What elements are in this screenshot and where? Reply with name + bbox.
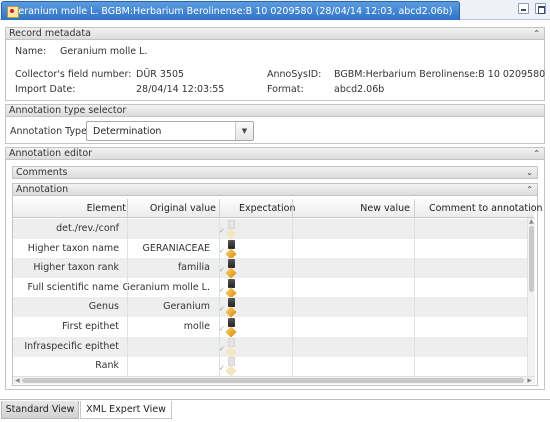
collector-value: DÜR 3505 <box>136 69 185 80</box>
table-row[interactable]: Rank ✓ <box>13 356 527 377</box>
expand-icon[interactable]: ⌄ <box>526 167 533 178</box>
collapse-icon[interactable]: ⌃ <box>533 148 540 159</box>
cell-element: First epithet <box>62 321 119 332</box>
annotation-type-label: Annotation Type: <box>10 126 91 137</box>
tab-xml-expert-view[interactable]: XML Expert View <box>80 401 172 419</box>
scroll-left-icon[interactable]: ◀ <box>15 377 20 384</box>
column-element[interactable]: Element <box>87 203 126 214</box>
cell-element: Full scientific name <box>27 281 119 293</box>
cell-element: Rank <box>95 360 119 372</box>
comments-title: Comments <box>16 167 68 178</box>
comments-header[interactable]: Comments ⌄ <box>12 166 538 179</box>
vertical-scrollbar[interactable]: ▲ <box>527 218 535 376</box>
name-label: Name: <box>15 46 47 57</box>
trash-icon[interactable] <box>228 239 235 249</box>
record-metadata-title: Record metadata <box>9 28 91 39</box>
table-row[interactable]: Infraspecific epithet ✓ <box>13 336 527 358</box>
record-tab-title: Geranium molle L. BGBM:Herbarium Berolin… <box>11 5 453 17</box>
scroll-right-icon[interactable]: ▶ <box>527 377 532 384</box>
collector-label: Collector's field number: <box>15 69 132 80</box>
cell-original-value: GERANIACEAE <box>142 242 210 254</box>
annotation-header[interactable]: Annotation ⌃ <box>12 183 538 196</box>
record-metadata-header[interactable]: Record metadata ⌃ <box>5 27 545 40</box>
trash-icon[interactable] <box>228 278 235 288</box>
horizontal-scrollbar[interactable]: ◀ ▶ <box>13 376 535 384</box>
format-label: Format: <box>267 84 304 95</box>
expectation-actions: ✓ <box>219 239 237 260</box>
table-row[interactable]: det./rev./conf ✓ <box>13 219 527 240</box>
cell-original-value: Geranium molle L. <box>122 281 210 293</box>
column-comment[interactable]: Comment to annotation <box>429 203 543 214</box>
table-row[interactable]: First epithet molle ✓ <box>13 317 527 338</box>
scroll-up-icon[interactable]: ▲ <box>529 219 534 225</box>
cell-original-value: molle <box>183 321 210 332</box>
table-row[interactable]: Higher taxon name GERANIACEAE ✓ <box>13 239 527 260</box>
name-value: Geranium molle L. <box>60 46 148 57</box>
collapse-icon[interactable]: ⌃ <box>533 28 540 39</box>
expectation-actions: ✓ <box>219 337 237 358</box>
chevron-down-icon[interactable]: ▼ <box>235 122 253 140</box>
vertical-scroll-thumb[interactable] <box>529 226 534 292</box>
expectation-actions: ✓ <box>219 219 237 240</box>
cell-element: Infraspecific epithet <box>24 340 119 352</box>
trash-icon[interactable] <box>228 337 235 347</box>
expectation-actions: ✓ <box>219 297 237 319</box>
type-selector-title: Annotation type selector <box>9 105 127 116</box>
import-value: 28/04/14 12:03:55 <box>136 84 225 95</box>
annotation-type-value: Determination <box>93 126 162 137</box>
minimize-icon[interactable] <box>518 3 529 14</box>
expectation-actions: ✓ <box>219 278 237 299</box>
cell-original-value: Geranium <box>163 301 210 313</box>
maximize-icon[interactable] <box>535 3 546 14</box>
trash-icon[interactable] <box>228 318 235 327</box>
grid-header: Element Original value Expectation New v… <box>13 199 543 218</box>
trash-icon[interactable] <box>228 259 235 269</box>
expectation-actions: ✓ <box>219 356 237 377</box>
horizontal-scroll-thumb[interactable] <box>22 378 524 383</box>
cell-element: Genus <box>88 301 119 313</box>
annotation-title: Annotation <box>16 184 69 195</box>
type-selector-header[interactable]: Annotation type selector <box>5 104 545 117</box>
column-new-value[interactable]: New value <box>360 203 410 214</box>
trash-icon[interactable] <box>228 357 235 367</box>
cell-element: det./rev./conf <box>56 223 119 234</box>
tab-standard-view[interactable]: Standard View <box>1 401 79 419</box>
annotation-editor-title: Annotation editor <box>9 148 93 159</box>
close-tab-icon[interactable]: ✕ <box>459 6 460 16</box>
cell-original-value: familia <box>177 262 210 274</box>
column-original-value[interactable]: Original value <box>150 203 216 214</box>
record-tab[interactable]: Geranium molle L. BGBM:Herbarium Berolin… <box>1 1 460 20</box>
table-row[interactable]: Genus Geranium ✓ <box>13 297 527 319</box>
view-tab-bar: Standard View XML Expert View <box>0 399 550 422</box>
expectation-actions: ✓ <box>219 317 237 338</box>
title-bar: Geranium molle L. BGBM:Herbarium Berolin… <box>0 0 550 20</box>
annosys-label: AnnoSysID: <box>267 69 322 80</box>
cell-element: Higher taxon rank <box>33 262 119 274</box>
trash-icon[interactable] <box>228 220 235 229</box>
cell-element: Higher taxon name <box>27 242 119 254</box>
annotation-type-select[interactable]: Determination ▼ <box>86 121 254 141</box>
expectation-actions: ✓ <box>219 258 237 279</box>
table-row[interactable]: Higher taxon rank familia ✓ <box>13 258 527 279</box>
annosys-value: BGBM:Herbarium Berolinense:B 10 0209580 <box>334 69 546 80</box>
column-expectation[interactable]: Expectation <box>239 203 295 214</box>
table-row[interactable]: Full scientific name Geranium molle L. ✓ <box>13 278 527 299</box>
collapse-icon[interactable]: ⌃ <box>526 184 533 195</box>
format-value: abcd2.06b <box>334 84 385 95</box>
annotation-editor-header[interactable]: Annotation editor ⌃ <box>5 147 545 160</box>
import-label: Import Date: <box>15 84 76 95</box>
